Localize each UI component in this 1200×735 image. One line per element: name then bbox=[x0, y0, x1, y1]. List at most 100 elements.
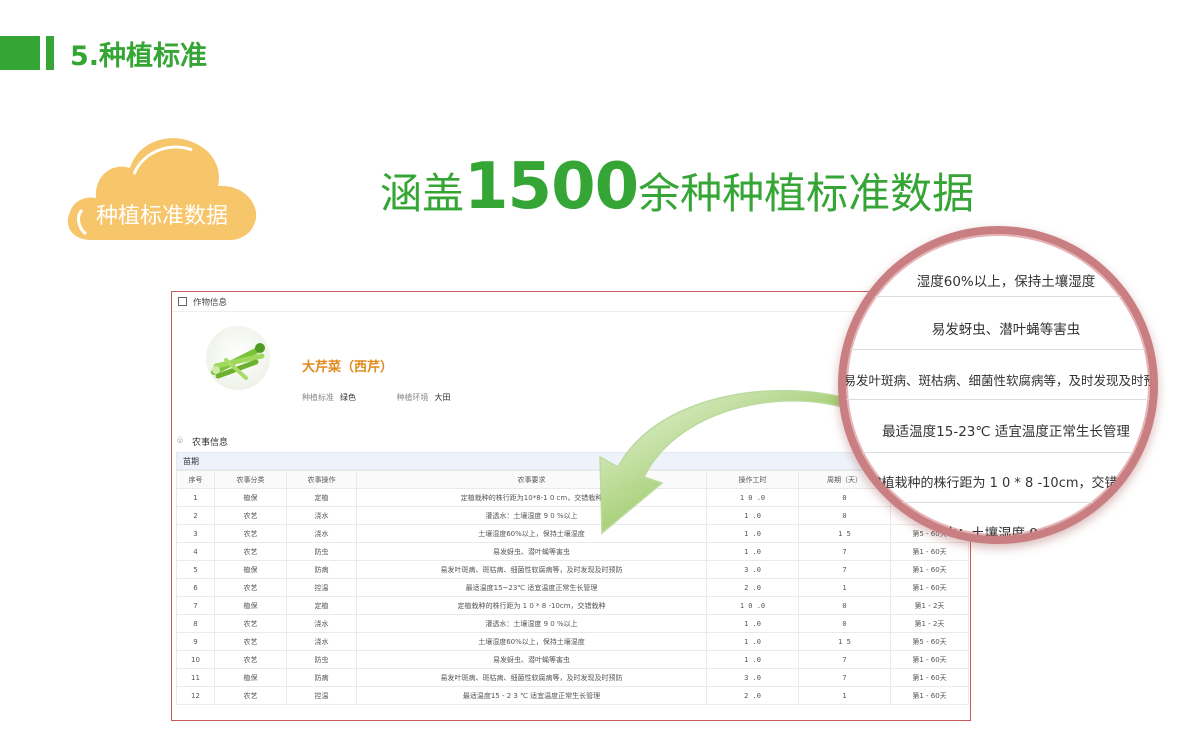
meta-label: 种植标准 bbox=[302, 393, 334, 402]
operation-cell: 定植 bbox=[286, 596, 357, 615]
period-cell: 第1 - 60天 bbox=[890, 650, 969, 669]
requirement-cell: 易发叶斑病、斑枯病、细菌性软腐病等，及时发现及时预防 bbox=[356, 668, 707, 687]
divider bbox=[846, 502, 1150, 503]
divider bbox=[846, 296, 1150, 297]
magnified-row: 易发叶斑病、斑枯病、细菌性软腐病等，及时发现及时预防 bbox=[843, 373, 1158, 388]
index-cell: 12 bbox=[176, 686, 215, 705]
operation-cell: 浇水 bbox=[286, 524, 357, 543]
cycle-cell: 7 bbox=[798, 650, 891, 669]
headline-suffix: 余种种植标准数据 bbox=[638, 169, 975, 218]
operation-cell: 浇水 bbox=[286, 506, 357, 525]
index-cell: 9 bbox=[176, 632, 215, 651]
operation-cell: 防病 bbox=[286, 668, 357, 687]
title-accent-bar bbox=[46, 36, 54, 70]
index-cell: 5 bbox=[176, 560, 215, 579]
requirement-cell: 灌透水：土壤湿度 9 0 %以上 bbox=[356, 614, 707, 633]
index-cell: 10 bbox=[176, 650, 215, 669]
requirement-cell: 定植栽种的株行距为 1 0 * 8 -10cm，交错栽种 bbox=[356, 596, 707, 615]
meta-label: 种植环境 bbox=[396, 393, 429, 402]
cycle-cell: 7 bbox=[798, 560, 891, 579]
meta-value: 绿色 bbox=[340, 393, 356, 402]
table-row: 11 植保 防病 易发叶斑病、斑枯病、细菌性软腐病等，及时发现及时预防 3 .0 7 第1 … bbox=[176, 668, 969, 687]
index-cell: 2 bbox=[176, 506, 215, 525]
period-cell: 第5 - 60天 bbox=[890, 632, 969, 651]
requirement-cell: 最适温度15~23℃ 适宜温度正常生长管理 bbox=[356, 578, 707, 597]
table-row: 6 农艺 控温 最适温度15~23℃ 适宜温度正常生长管理 2 .0 1 第1 - 60天 bbox=[176, 578, 969, 597]
column-header: 农事操作 bbox=[286, 470, 357, 489]
period-cell: 第1 - 60天 bbox=[890, 686, 969, 705]
headline-number: 1500 bbox=[464, 150, 639, 224]
crop-meta: 种植标准 绿色 种植环境 大田 bbox=[302, 392, 489, 403]
period-cell: 第1 - 60天 bbox=[890, 668, 969, 687]
cycle-cell: 7 bbox=[798, 668, 891, 687]
category-cell: 农艺 bbox=[214, 686, 287, 705]
category-cell: 植保 bbox=[214, 560, 287, 579]
hours-cell: 3 .0 bbox=[706, 560, 799, 579]
divider bbox=[846, 399, 1150, 400]
category-cell: 农艺 bbox=[214, 650, 287, 669]
operation-cell: 浇水 bbox=[286, 614, 357, 633]
category-cell: 农艺 bbox=[214, 542, 287, 561]
period-cell: 第1 - 2天 bbox=[890, 596, 969, 615]
period-cell: 第1 - 60天 bbox=[890, 542, 969, 561]
panel-header: 作物信息 bbox=[172, 292, 970, 312]
hours-cell: 1 .0 bbox=[706, 650, 799, 669]
operation-cell: 防病 bbox=[286, 560, 357, 579]
requirement-cell: 易发蚜虫、潜叶蝇等害虫 bbox=[356, 650, 707, 669]
operation-cell: 防虫 bbox=[286, 650, 357, 669]
hours-cell: 1 0 .0 bbox=[706, 596, 799, 615]
cycle-cell: 1 bbox=[798, 578, 891, 597]
cycle-cell: 1 bbox=[798, 686, 891, 705]
cycle-cell: 1 5 bbox=[798, 632, 891, 651]
magnified-row: 最适温度15-23℃ 适宜温度正常生长管理 bbox=[882, 424, 1130, 440]
title-accent-block bbox=[0, 36, 40, 70]
requirement-cell: 土壤湿度60%以上，保持土壤湿度 bbox=[356, 632, 707, 651]
cloud-label: 种植标准数据 bbox=[95, 204, 228, 229]
hours-cell: 2 .0 bbox=[706, 686, 799, 705]
table-row: 10 农艺 防虫 易发蚜虫、潜叶蝇等害虫 1 .0 7 第1 - 60天 bbox=[176, 650, 969, 669]
headline-prefix: 涵盖 bbox=[380, 169, 465, 218]
category-cell: 农艺 bbox=[214, 632, 287, 651]
operation-cell: 浇水 bbox=[286, 632, 357, 651]
table-row: 12 农艺 控温 最适温度15 - 2 3 ℃ 适宜温度正常生长管理 2 .0 1 第1 -… bbox=[176, 686, 969, 705]
operation-cell: 防虫 bbox=[286, 542, 357, 561]
section-title: 5.种植标准 bbox=[0, 36, 207, 72]
category-cell: 农艺 bbox=[214, 506, 287, 525]
index-cell: 7 bbox=[176, 596, 215, 615]
index-cell: 6 bbox=[176, 578, 215, 597]
requirement-cell: 最适温度15 - 2 3 ℃ 适宜温度正常生长管理 bbox=[356, 686, 707, 705]
category-cell: 农艺 bbox=[214, 524, 287, 543]
divider bbox=[846, 349, 1150, 350]
meta-value: 大田 bbox=[434, 393, 451, 402]
category-cell: 植保 bbox=[214, 488, 287, 507]
category-cell: 农艺 bbox=[214, 578, 287, 597]
magnified-row: 湿度60%以上，保持土壤湿度 bbox=[916, 274, 1096, 290]
requirement-cell: 易发叶斑病、斑枯病、细菌性软腐病等，及时发现及时预防 bbox=[356, 560, 707, 579]
hours-cell: 2 .0 bbox=[706, 578, 799, 597]
table-row: 8 农艺 浇水 灌透水：土壤湿度 9 0 %以上 1 .0 0 第1 - 2天 bbox=[176, 614, 969, 633]
cloud-badge: 种植标准数据 bbox=[64, 128, 260, 244]
leaf-icon: ♧ bbox=[176, 436, 185, 446]
green-arrow-icon bbox=[599, 389, 863, 535]
operation-cell: 控温 bbox=[286, 686, 357, 705]
hours-cell: 1 .0 bbox=[706, 632, 799, 651]
hours-cell: 1 .0 bbox=[706, 614, 799, 633]
panel-header-label: 作物信息 bbox=[193, 297, 228, 308]
index-cell: 4 bbox=[176, 542, 215, 561]
category-cell: 农艺 bbox=[214, 614, 287, 633]
headline: 涵盖1500余种种植标准数据 bbox=[380, 150, 974, 224]
column-header: 序号 bbox=[176, 470, 215, 489]
clipboard-icon bbox=[178, 297, 187, 306]
crop-name: 大芹菜（西芹） bbox=[302, 360, 394, 375]
category-cell: 植保 bbox=[214, 668, 287, 687]
cycle-cell: 0 bbox=[798, 614, 891, 633]
divider bbox=[846, 452, 1150, 453]
index-cell: 8 bbox=[176, 614, 215, 633]
section-label: 农事信息 bbox=[192, 437, 229, 448]
period-cell: 第1 - 60天 bbox=[890, 560, 969, 579]
index-cell: 1 bbox=[176, 488, 215, 507]
table-row: 9 农艺 浇水 土壤湿度60%以上，保持土壤湿度 1 .0 1 5 第5 - 60天 bbox=[176, 632, 969, 651]
magnifier-lens: 湿度60%以上，保持土壤湿度 易发蚜虫、潜叶蝇等害虫 易发叶斑病、斑枯病、细菌性… bbox=[838, 226, 1158, 544]
category-cell: 植保 bbox=[214, 596, 287, 615]
period-cell: 第1 - 2天 bbox=[890, 614, 969, 633]
